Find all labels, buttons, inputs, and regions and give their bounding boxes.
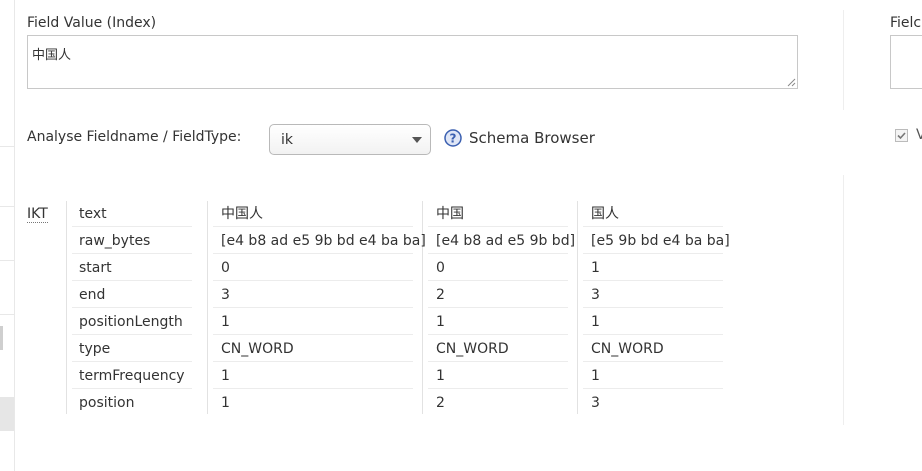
analyse-fieldname-label: Analyse Fieldname / FieldType: <box>27 129 242 145</box>
chevron-down-icon <box>412 137 422 143</box>
token-position-length: 1 <box>591 314 600 330</box>
field-value-text: 中国人 <box>32 48 72 63</box>
verbose-checkbox-label: V <box>916 127 922 143</box>
token-term-frequency: 1 <box>591 368 600 384</box>
row-separator <box>213 361 413 362</box>
token-raw-bytes: [e5 9b bd e4 ba ba] <box>591 233 730 249</box>
token-type: CN_WORD <box>591 341 664 357</box>
token-end: 3 <box>221 287 230 303</box>
row-separator <box>583 334 723 335</box>
token-position: 2 <box>436 395 445 411</box>
token-term-frequency: 1 <box>436 368 445 384</box>
attribute-name: positionLength <box>79 314 183 330</box>
row-separator <box>428 334 568 335</box>
column-divider <box>207 201 208 414</box>
row-separator <box>72 334 192 335</box>
verbose-checkbox-icon[interactable] <box>895 129 908 142</box>
row-separator <box>583 253 723 254</box>
sidebar-rule <box>0 206 14 207</box>
row-separator <box>428 388 568 389</box>
panel-divider <box>843 175 844 425</box>
token-start: 1 <box>591 260 600 276</box>
row-separator <box>213 334 413 335</box>
column-divider <box>577 201 578 414</box>
schema-browser-link[interactable]: Schema Browser <box>469 129 595 147</box>
row-separator <box>583 388 723 389</box>
row-separator <box>428 253 568 254</box>
token-position: 3 <box>591 395 600 411</box>
token-type: CN_WORD <box>436 341 509 357</box>
attribute-name: position <box>79 395 135 411</box>
row-separator <box>428 307 568 308</box>
row-separator <box>213 280 413 281</box>
svg-text:?: ? <box>450 132 457 146</box>
sidebar-scroll-mark[interactable] <box>0 326 3 350</box>
left-sidebar-edge <box>0 0 15 471</box>
sidebar-rule <box>0 260 14 261</box>
row-separator <box>428 361 568 362</box>
attribute-name: end <box>79 287 106 303</box>
row-separator <box>583 361 723 362</box>
row-separator <box>583 226 723 227</box>
analysis-screen: Field Value (Index) 中国人 Fielc Analyse Fi… <box>0 0 922 471</box>
row-separator <box>213 307 413 308</box>
token-text: 中国人 <box>221 206 263 222</box>
token-text: 国人 <box>591 206 619 222</box>
row-separator <box>583 280 723 281</box>
attribute-name: raw_bytes <box>79 233 151 249</box>
row-separator <box>72 226 192 227</box>
token-position-length: 1 <box>221 314 230 330</box>
token-end: 3 <box>591 287 600 303</box>
row-separator <box>428 280 568 281</box>
row-separator <box>72 361 192 362</box>
resize-grip-icon[interactable] <box>787 78 796 87</box>
attribute-name: start <box>79 260 112 276</box>
token-end: 2 <box>436 287 445 303</box>
row-separator <box>72 388 192 389</box>
token-position-length: 1 <box>436 314 445 330</box>
row-separator <box>72 280 192 281</box>
field-value-input[interactable]: 中国人 <box>27 35 798 89</box>
token-text: 中国 <box>436 206 464 222</box>
token-raw-bytes: [e4 b8 ad e5 9b bd e4 ba ba] <box>221 233 426 249</box>
query-field-input[interactable] <box>890 35 922 89</box>
sidebar-rule <box>0 314 14 315</box>
token-position: 1 <box>221 395 230 411</box>
attribute-name: type <box>79 341 111 357</box>
tokenizer-name[interactable]: IKT <box>27 206 48 223</box>
fieldtype-selected-value: ik <box>281 132 293 148</box>
sidebar-selected-item[interactable] <box>0 397 14 431</box>
row-separator <box>583 307 723 308</box>
token-raw-bytes: [e4 b8 ad e5 9b bd] <box>436 233 576 249</box>
token-start: 0 <box>436 260 445 276</box>
column-divider <box>66 201 67 414</box>
row-separator <box>213 253 413 254</box>
fieldtype-select[interactable]: ik <box>269 124 431 155</box>
panel-divider <box>843 10 844 110</box>
attribute-name: text <box>79 206 107 222</box>
help-icon[interactable]: ? <box>444 129 462 147</box>
token-start: 0 <box>221 260 230 276</box>
row-separator <box>213 388 413 389</box>
row-separator <box>72 307 192 308</box>
attribute-name: termFrequency <box>79 368 185 384</box>
row-separator <box>72 253 192 254</box>
query-field-label: Fielc <box>890 15 922 31</box>
row-separator <box>428 226 568 227</box>
token-term-frequency: 1 <box>221 368 230 384</box>
sidebar-rule <box>0 146 14 147</box>
row-separator <box>213 226 413 227</box>
token-type: CN_WORD <box>221 341 294 357</box>
field-value-label: Field Value (Index) <box>27 15 157 31</box>
